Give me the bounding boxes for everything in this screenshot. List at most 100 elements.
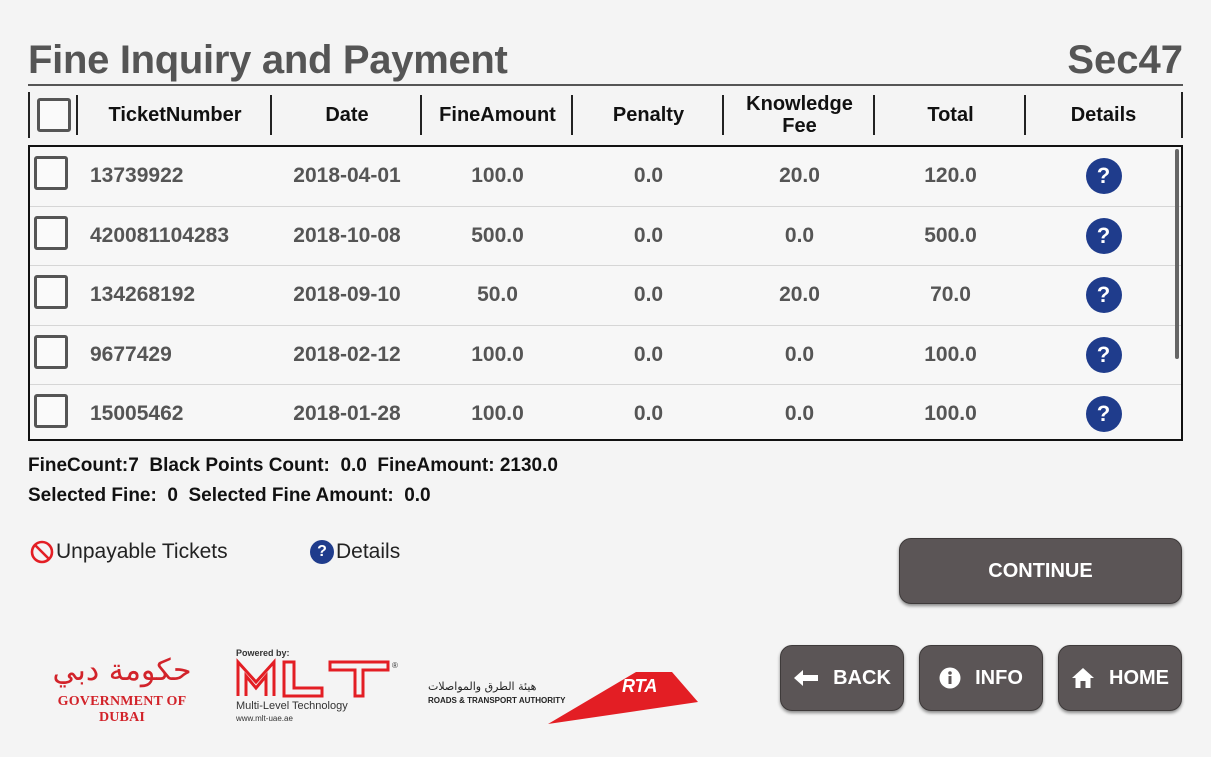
fine-amount: 100.0 bbox=[471, 402, 524, 426]
fines-table: 13739922 2018-04-01 100.0 0.0 20.0 120.0… bbox=[28, 145, 1183, 441]
penalty: 0.0 bbox=[633, 223, 664, 247]
table-row: 15005462 2018-01-28 100.0 0.0 0.0 100.0 … bbox=[30, 385, 1181, 439]
fine-date: 2018-04-01 bbox=[293, 164, 401, 188]
selected-summary-line: Selected Fine: 0 Selected Fine Amount: 0… bbox=[28, 485, 431, 506]
info-button[interactable]: INFO bbox=[919, 645, 1043, 711]
page-title: Fine Inquiry and Payment bbox=[28, 38, 508, 82]
details-legend-icon: ? bbox=[310, 540, 334, 564]
knowledge-fee: 20.0 bbox=[779, 164, 820, 188]
table-scrollbar[interactable] bbox=[1175, 149, 1179, 359]
continue-button[interactable]: CONTINUE bbox=[899, 538, 1182, 604]
details-icon[interactable]: ? bbox=[1085, 336, 1122, 373]
column-header-total: Total bbox=[875, 92, 1026, 138]
fine-date: 2018-10-08 bbox=[293, 223, 401, 247]
penalty: 0.0 bbox=[633, 164, 664, 188]
total: 120.0 bbox=[924, 164, 977, 188]
continue-label: CONTINUE bbox=[988, 559, 1093, 582]
column-header-knowledge-fee: Knowledge Fee bbox=[724, 92, 875, 138]
row-select-cell bbox=[30, 394, 78, 434]
details-cell: ? bbox=[1026, 217, 1181, 254]
table-row: 134268192 2018-09-10 50.0 0.0 20.0 70.0 … bbox=[30, 266, 1181, 326]
fine-amount: 100.0 bbox=[471, 342, 524, 366]
ticket-number: 134268192 bbox=[90, 283, 196, 307]
row-checkbox[interactable] bbox=[34, 156, 68, 191]
arrow-left-icon bbox=[793, 669, 819, 687]
back-button[interactable]: BACK bbox=[780, 645, 904, 711]
mlt-logo: Powered by: ® Multi-Level Technology www… bbox=[236, 648, 408, 726]
no-entry-icon bbox=[30, 540, 54, 564]
info-icon bbox=[939, 667, 961, 689]
total: 500.0 bbox=[924, 223, 977, 247]
penalty: 0.0 bbox=[633, 283, 664, 307]
mlt-name-label: Multi-Level Technology bbox=[236, 700, 348, 712]
fine-amount: 500.0 bbox=[471, 223, 524, 247]
details-icon[interactable]: ? bbox=[1085, 158, 1122, 195]
ticket-number: 13739922 bbox=[90, 164, 184, 188]
svg-text:®: ® bbox=[392, 661, 398, 670]
government-of-dubai-logo: حكومة دبي GOVERNMENT OF DUBAI bbox=[34, 652, 210, 725]
fine-date: 2018-01-28 bbox=[293, 402, 401, 426]
ticket-number: 9677429 bbox=[90, 342, 172, 366]
home-icon bbox=[1071, 667, 1095, 689]
home-button[interactable]: HOME bbox=[1058, 645, 1182, 711]
legend-details: ? Details bbox=[310, 540, 400, 564]
table-row: 9677429 2018-02-12 100.0 0.0 0.0 100.0 ? bbox=[30, 326, 1181, 385]
back-label: BACK bbox=[833, 666, 891, 689]
rta-mark-text: RTA bbox=[622, 676, 658, 696]
knowledge-fee: 0.0 bbox=[784, 402, 815, 426]
home-label: HOME bbox=[1109, 666, 1169, 689]
details-cell: ? bbox=[1026, 396, 1181, 433]
total: 100.0 bbox=[924, 342, 977, 366]
mlt-mark-icon: ® bbox=[236, 658, 398, 698]
column-header-details: Details bbox=[1070, 104, 1137, 126]
rta-logo: هيئة الطرق والمواصلات ROADS & TRANSPORT … bbox=[426, 668, 702, 728]
knowledge-fee-label: Knowledge Fee bbox=[746, 93, 853, 137]
row-select-cell bbox=[30, 334, 78, 375]
powered-by-label: Powered by: bbox=[236, 648, 290, 658]
total: 70.0 bbox=[930, 283, 971, 307]
details-cell: ? bbox=[1026, 277, 1181, 314]
row-checkbox[interactable] bbox=[34, 334, 68, 369]
fine-amount: 50.0 bbox=[477, 283, 518, 307]
penalty: 0.0 bbox=[633, 342, 664, 366]
select-all-cell bbox=[30, 92, 78, 138]
row-select-cell bbox=[30, 215, 78, 256]
row-select-cell bbox=[30, 275, 78, 315]
dubai-arabic-wordmark: حكومة دبي bbox=[52, 653, 192, 688]
details-icon[interactable]: ? bbox=[1085, 396, 1122, 433]
dubai-english-wordmark: GOVERNMENT OF DUBAI bbox=[57, 694, 187, 725]
select-all-checkbox[interactable] bbox=[37, 98, 71, 132]
fine-date: 2018-09-10 bbox=[293, 283, 401, 307]
row-checkbox[interactable] bbox=[34, 215, 68, 250]
fine-amount: 100.0 bbox=[471, 164, 524, 188]
legend-unpayable: Unpayable Tickets bbox=[30, 540, 228, 564]
column-header-date: Date bbox=[272, 92, 422, 138]
legend-details-label: Details bbox=[336, 540, 401, 563]
page-header: Fine Inquiry and Payment Sec47 bbox=[28, 36, 1183, 86]
details-cell: ? bbox=[1026, 158, 1181, 195]
ticket-number: 15005462 bbox=[90, 402, 184, 426]
knowledge-fee: 0.0 bbox=[784, 223, 815, 247]
penalty: 0.0 bbox=[633, 402, 664, 426]
knowledge-fee: 20.0 bbox=[779, 283, 820, 307]
legend-unpayable-label: Unpayable Tickets bbox=[56, 540, 228, 563]
section-code: Sec47 bbox=[1067, 38, 1183, 82]
column-header-ticket-number: TicketNumber bbox=[78, 92, 272, 138]
table-header: TicketNumber Date FineAmount Penalty Kno… bbox=[28, 92, 1183, 138]
row-select-cell bbox=[30, 156, 78, 196]
details-icon[interactable]: ? bbox=[1085, 277, 1122, 314]
knowledge-fee: 0.0 bbox=[784, 342, 815, 366]
total: 100.0 bbox=[924, 402, 977, 426]
info-label: INFO bbox=[975, 666, 1023, 689]
row-checkbox[interactable] bbox=[34, 275, 68, 310]
table-row: 420081104283 2018-10-08 500.0 0.0 0.0 50… bbox=[30, 207, 1181, 266]
fine-summary-line: FineCount:7 Black Points Count: 0.0 Fine… bbox=[28, 455, 558, 476]
fine-date: 2018-02-12 bbox=[293, 342, 401, 366]
column-header-fine-amount: FineAmount bbox=[422, 92, 573, 138]
mlt-url-label: www.mlt-uae.ae bbox=[236, 714, 293, 723]
ticket-number: 420081104283 bbox=[90, 223, 229, 247]
rta-english-wordmark: ROADS & TRANSPORT AUTHORITY bbox=[428, 696, 566, 705]
details-cell: ? bbox=[1026, 336, 1181, 373]
details-icon[interactable]: ? bbox=[1085, 217, 1122, 254]
row-checkbox[interactable] bbox=[34, 394, 68, 429]
